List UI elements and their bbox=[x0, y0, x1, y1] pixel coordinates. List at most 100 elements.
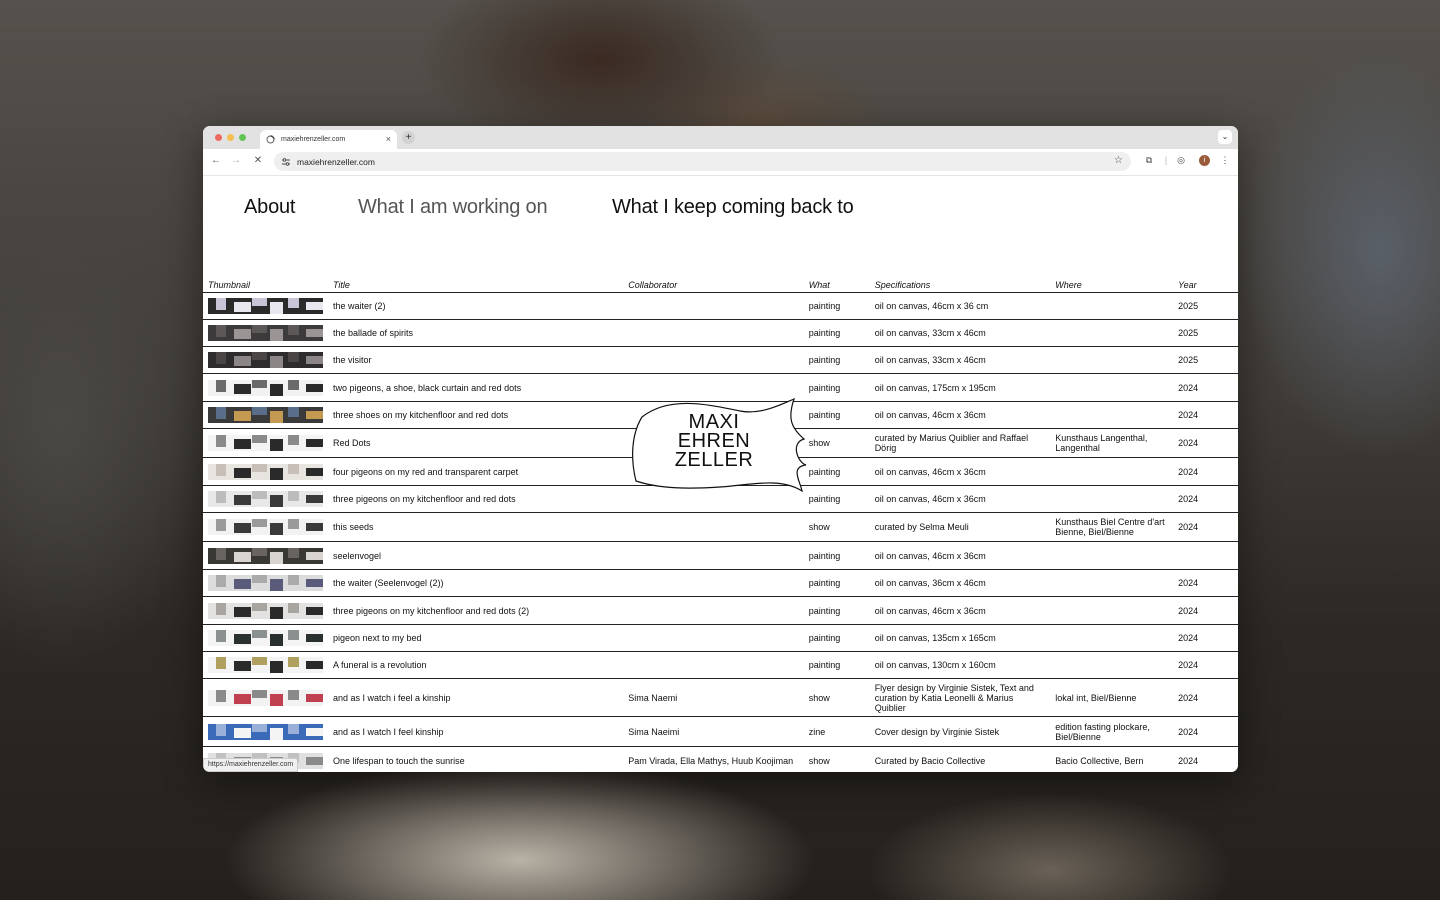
cell-title[interactable]: three pigeons on my kitchenfloor and red… bbox=[328, 596, 624, 625]
nav-coming-back-link[interactable]: What I keep coming back to bbox=[612, 196, 854, 219]
table-row[interactable]: the ballade of spirits painting oil on can… bbox=[203, 319, 1238, 347]
cell-specs: curated by Marius Quiblier and Raffael D… bbox=[869, 428, 1051, 458]
cell-year: 2024 bbox=[1173, 596, 1238, 625]
thumbnail-image[interactable] bbox=[208, 407, 323, 423]
thumbnail-cell bbox=[203, 346, 328, 374]
cell-title[interactable]: and as I watch i feel a kinship bbox=[328, 678, 624, 717]
thumbnail-image[interactable] bbox=[208, 352, 323, 368]
new-tab-button[interactable]: + bbox=[402, 131, 415, 144]
thumbnail-image[interactable] bbox=[208, 379, 323, 396]
thumbnail-image[interactable] bbox=[208, 547, 323, 564]
cell-title[interactable]: this seeds bbox=[328, 512, 624, 542]
browser-tab[interactable]: maxiehrenzeller.com × bbox=[260, 130, 397, 149]
cell-title[interactable]: the waiter (2) bbox=[328, 292, 624, 320]
cell-year: 2024 bbox=[1173, 428, 1238, 458]
thumbnail-image[interactable] bbox=[208, 491, 323, 507]
table-row[interactable]: the waiter (2) painting oil on canvas, 46c… bbox=[203, 292, 1238, 320]
cell-where bbox=[1050, 624, 1174, 652]
nav-about-link[interactable]: About bbox=[244, 196, 295, 219]
thumbnail-cell bbox=[203, 457, 328, 486]
address-bar[interactable]: maxiehrenzeller.com ☆ bbox=[274, 152, 1131, 171]
thumbnail-image[interactable] bbox=[208, 325, 323, 341]
more-menu-icon[interactable]: ⋮ bbox=[1219, 155, 1231, 166]
cell-what: show bbox=[803, 746, 870, 772]
cell-what: zine bbox=[803, 716, 870, 747]
thumbnail-cell bbox=[203, 624, 328, 652]
cell-title[interactable]: seelenvogel bbox=[328, 541, 624, 570]
table-row[interactable]: pigeon next to my bed painting oil on canv… bbox=[203, 624, 1238, 652]
stop-loading-icon[interactable]: ✕ bbox=[252, 155, 264, 166]
table-row[interactable]: seelenvogel painting oil on canvas, 46cm x… bbox=[203, 541, 1238, 570]
thumbnail-image[interactable] bbox=[208, 575, 323, 591]
thumbnail-cell bbox=[203, 373, 328, 402]
cell-specs: oil on canvas, 175cm x 195cm bbox=[869, 373, 1051, 402]
minimize-window-button[interactable] bbox=[227, 134, 234, 141]
cell-specs: oil on canvas, 46cm x 36 cm bbox=[869, 292, 1051, 320]
cell-collaborator bbox=[623, 624, 804, 652]
thumbnail-image[interactable] bbox=[208, 723, 323, 740]
table-row[interactable]: and as I watch I feel kinship Sima Naeimi… bbox=[203, 716, 1238, 747]
table-row[interactable]: three pigeons on my kitchenfloor and red… bbox=[203, 596, 1238, 625]
cell-title[interactable]: two pigeons, a shoe, black curtain and r… bbox=[328, 373, 624, 402]
cell-title[interactable]: three pigeons on my kitchenfloor and red… bbox=[328, 485, 624, 513]
tab-close-icon[interactable]: × bbox=[386, 134, 391, 144]
table-row[interactable]: the waiter (Seelenvogel (2)) painting oil … bbox=[203, 569, 1238, 597]
toolbar-divider: | bbox=[1164, 155, 1168, 165]
cell-title[interactable]: and as I watch I feel kinship bbox=[328, 716, 624, 747]
thumbnail-image[interactable] bbox=[208, 519, 323, 535]
cell-title[interactable]: the waiter (Seelenvogel (2)) bbox=[328, 569, 624, 597]
cell-title[interactable]: the ballade of spirits bbox=[328, 319, 624, 347]
tab-search-chevron-icon[interactable]: ⌄ bbox=[1218, 130, 1232, 144]
nav-working-on-link[interactable]: What I am working on bbox=[358, 196, 548, 219]
tab-bar: maxiehrenzeller.com × + ⌄ bbox=[203, 126, 1238, 149]
cell-specs: oil on canvas, 46cm x 36cm bbox=[869, 596, 1051, 625]
close-window-button[interactable] bbox=[215, 134, 222, 141]
table-row[interactable]: and as I watch i feel a kinship Sima Naem… bbox=[203, 678, 1238, 717]
cell-where: Kunsthaus Biel Centre d'art Bienne, Biel… bbox=[1050, 512, 1174, 542]
forward-arrow-icon[interactable]: → bbox=[230, 155, 242, 166]
works-table-body: the waiter (2) painting oil on canvas, 46c… bbox=[203, 292, 1238, 772]
extensions-puzzle-icon[interactable]: ⧉ bbox=[1143, 155, 1155, 166]
site-settings-icon[interactable] bbox=[282, 157, 290, 166]
thumbnail-image[interactable] bbox=[208, 689, 323, 706]
site-logo[interactable]: MAXI EHREN ZELLER bbox=[630, 397, 810, 493]
cell-collaborator bbox=[623, 651, 804, 679]
bookmark-star-icon[interactable]: ☆ bbox=[1114, 155, 1123, 166]
table-row[interactable]: One lifespan to touch the sunrise Pam Vir… bbox=[203, 746, 1238, 772]
cell-title[interactable]: the visitor bbox=[328, 346, 624, 374]
logo-text: MAXI EHREN ZELLER bbox=[630, 412, 798, 470]
cell-title[interactable]: Red Dots bbox=[328, 428, 624, 458]
table-row[interactable]: the visitor painting oil on canvas, 33cm x… bbox=[203, 346, 1238, 374]
table-row[interactable]: A funeral is a revolution painting oil on … bbox=[203, 651, 1238, 679]
thumbnail-image[interactable] bbox=[208, 657, 323, 673]
profile-avatar[interactable]: i bbox=[1199, 155, 1210, 166]
cell-collaborator bbox=[623, 596, 804, 625]
cell-title[interactable]: One lifespan to touch the sunrise bbox=[328, 746, 624, 772]
cell-specs: oil on canvas, 33cm x 46cm bbox=[869, 319, 1051, 347]
thumbnail-image[interactable] bbox=[208, 602, 323, 619]
cell-year: 2024 bbox=[1173, 651, 1238, 679]
thumbnail-cell bbox=[203, 569, 328, 597]
cell-title[interactable]: three shoes on my kitchenfloor and red d… bbox=[328, 401, 624, 429]
back-arrow-icon[interactable]: ← bbox=[210, 155, 222, 166]
cell-year: 2024 bbox=[1173, 401, 1238, 429]
cell-title[interactable]: four pigeons on my red and transparent c… bbox=[328, 457, 624, 486]
thumbnail-image[interactable] bbox=[208, 630, 323, 646]
tab-title: maxiehrenzeller.com bbox=[281, 136, 346, 143]
thumbnail-image[interactable] bbox=[208, 298, 323, 314]
thumbnail-image[interactable] bbox=[208, 435, 323, 451]
reading-list-icon[interactable]: ◎ bbox=[1175, 155, 1187, 166]
column-header-where: Where bbox=[1050, 272, 1174, 293]
thumbnail-cell bbox=[203, 596, 328, 625]
table-row[interactable]: this seeds show curated by Selma Meuli Kuns… bbox=[203, 512, 1238, 542]
cell-year: 2024 bbox=[1173, 624, 1238, 652]
cell-title[interactable]: pigeon next to my bed bbox=[328, 624, 624, 652]
cell-year: 2024 bbox=[1173, 485, 1238, 513]
cell-where bbox=[1050, 346, 1174, 374]
zoom-window-button[interactable] bbox=[239, 134, 246, 141]
cell-year: 2024 bbox=[1173, 746, 1238, 772]
cell-title[interactable]: A funeral is a revolution bbox=[328, 651, 624, 679]
thumbnail-cell bbox=[203, 401, 328, 429]
cell-specs: oil on canvas, 46cm x 36cm bbox=[869, 485, 1051, 513]
thumbnail-image[interactable] bbox=[208, 463, 323, 480]
